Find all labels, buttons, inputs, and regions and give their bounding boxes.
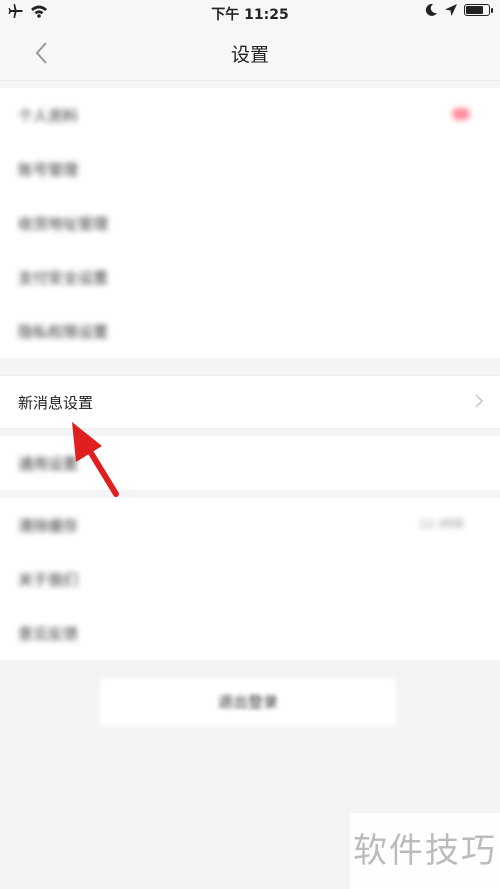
- new-message-settings-label: 新消息设置: [18, 394, 94, 412]
- settings-item-general[interactable]: 通用设置: [0, 436, 500, 490]
- battery-fill: [466, 6, 483, 14]
- new-message-settings-item[interactable]: 新消息设置: [0, 375, 500, 429]
- logout-button[interactable]: 退出登录: [100, 678, 396, 726]
- watermark: 软件技巧: [350, 813, 500, 889]
- battery-icon: [464, 4, 493, 16]
- settings-item-label: 隐私权限设置: [18, 323, 109, 341]
- settings-item-label: 清除缓存: [18, 517, 79, 535]
- cache-size-value: 12.3MB: [418, 517, 464, 531]
- settings-item-label: 账号管理: [18, 161, 79, 179]
- settings-item-payment[interactable]: 支付安全设置: [0, 250, 500, 304]
- settings-group-1: 个人资料 账号管理 收货地址管理 支付安全设置 隐私权限设置: [0, 88, 500, 358]
- settings-item-label: 通用设置: [18, 455, 79, 473]
- status-right: [424, 3, 493, 17]
- notification-badge: [452, 108, 470, 120]
- settings-item-account[interactable]: 账号管理: [0, 142, 500, 196]
- settings-group-3: 清除缓存 12.3MB 关于我们 意见反馈: [0, 498, 500, 660]
- settings-item-label: 意见反馈: [18, 625, 79, 643]
- page-title: 设置: [230, 44, 269, 66]
- moon-icon: [425, 3, 437, 16]
- settings-item-privacy[interactable]: 隐私权限设置: [0, 304, 500, 358]
- settings-item-label: 支付安全设置: [18, 269, 109, 287]
- settings-item-cache[interactable]: 清除缓存 12.3MB: [0, 498, 500, 552]
- settings-group-2: 通用设置: [0, 436, 500, 490]
- chevron-right-icon: [475, 394, 484, 408]
- settings-item-label: 个人资料: [18, 107, 79, 125]
- status-bar: 下午 11:25: [0, 0, 500, 26]
- settings-item-label: 关于我们: [18, 571, 79, 589]
- nav-bar: 设置: [0, 26, 500, 81]
- settings-item-label: 收货地址管理: [18, 215, 109, 233]
- settings-item-address[interactable]: 收货地址管理: [0, 196, 500, 250]
- settings-item-feedback[interactable]: 意见反馈: [0, 606, 500, 660]
- location-icon: [445, 4, 457, 16]
- settings-item-about[interactable]: 关于我们: [0, 552, 500, 606]
- settings-item-profile[interactable]: 个人资料: [0, 88, 500, 142]
